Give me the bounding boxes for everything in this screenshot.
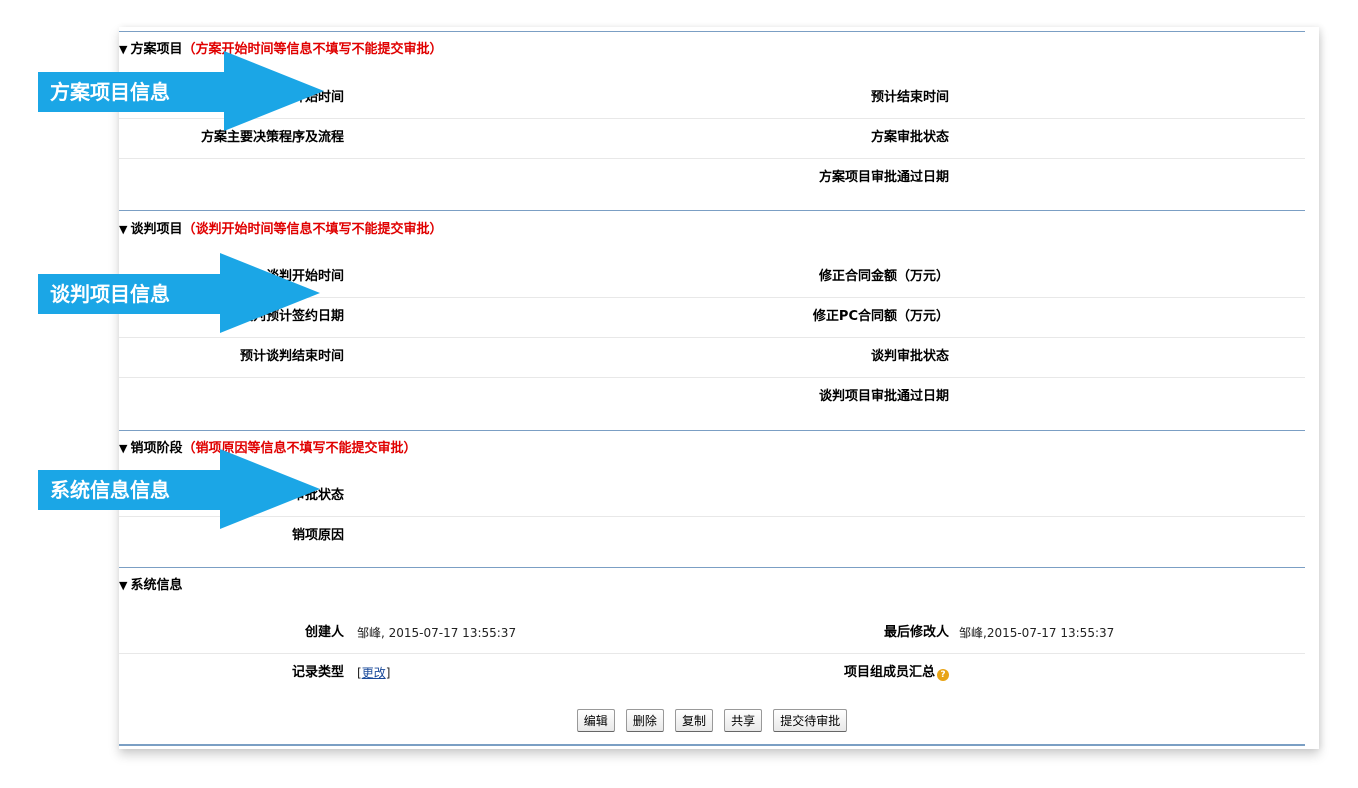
field-row: 预计谈判结束时间 谈判审批状态: [119, 337, 1305, 378]
section-title: 方案项目: [130, 42, 183, 57]
field-label-amended-pc-amount: 修正PC合同额（万元）: [812, 309, 949, 324]
delete-button[interactable]: 删除: [625, 709, 664, 732]
change-record-type-link[interactable]: 更改: [362, 666, 386, 680]
triangle-down-icon[interactable]: ▼: [119, 223, 127, 236]
creator-value: 邹峰, 2015-07-17 13:55:37: [357, 626, 517, 640]
button-bar: 编辑 删除 复制 共享 提交待审批: [119, 709, 1305, 732]
field-row: 方案项目审批通过日期: [119, 158, 1305, 198]
team-summary-label: 项目组成员汇总: [843, 665, 935, 680]
section-note: （谈判开始时间等信息不填写不能提交审批）: [182, 222, 443, 237]
triangle-down-icon[interactable]: ▼: [119, 579, 127, 592]
callout-label: 方案项目信息: [38, 72, 250, 112]
field-label-amended-amount: 修正合同金额（万元）: [818, 269, 949, 284]
section-title: 销项阶段: [130, 441, 183, 456]
field-label-plan-approval-date: 方案项目审批通过日期: [818, 170, 949, 185]
field-row: 创建人 邹峰, 2015-07-17 13:55:37 最后修改人 邹峰,201…: [119, 613, 1305, 654]
arrow-right-icon: [224, 51, 324, 131]
field-label-negotiation-expected-end: 预计谈判结束时间: [239, 349, 344, 364]
submit-for-approval-button[interactable]: 提交待审批: [773, 709, 848, 732]
triangle-down-icon[interactable]: ▼: [119, 43, 127, 56]
section-divider: [119, 430, 1305, 431]
section-divider: [119, 567, 1305, 568]
detail-panel: ▼ 方案项目（方案开始时间等信息不填写不能提交审批） 方案开始时间 预计结束时间 …: [119, 27, 1319, 749]
edit-button[interactable]: 编辑: [576, 709, 615, 732]
section-title: 系统信息: [130, 578, 183, 593]
help-icon[interactable]: ?: [937, 669, 949, 681]
section-header-system[interactable]: ▼ 系统信息: [119, 573, 182, 599]
section-title: 谈判项目: [130, 222, 183, 237]
field-label-plan-approval-status: 方案审批状态: [870, 130, 949, 145]
field-label-creator: 创建人: [304, 625, 344, 640]
field-label-negotiation-approval-date: 谈判项目审批通过日期: [818, 389, 949, 404]
field-label-negotiation-approval-status: 谈判审批状态: [870, 349, 949, 364]
field-row: 记录类型 [更改] 项目组成员汇总?: [119, 653, 1305, 693]
callout-label: 谈判项目信息: [38, 274, 230, 314]
callout-label: 系统信息信息: [38, 470, 230, 510]
arrow-right-icon: [220, 449, 320, 529]
field-label-plan-expected-end: 预计结束时间: [870, 90, 949, 105]
field-label-team-summary: 项目组成员汇总?: [844, 653, 949, 693]
section-divider: [119, 210, 1305, 211]
section-header-negotiation[interactable]: ▼ 谈判项目（谈判开始时间等信息不填写不能提交审批）: [119, 217, 443, 243]
field-row: 谈判项目审批通过日期: [119, 377, 1305, 417]
modifier-value: 邹峰,2015-07-17 13:55:37: [959, 626, 1115, 640]
arrow-right-icon: [220, 253, 320, 333]
triangle-down-icon[interactable]: ▼: [119, 442, 127, 455]
record-type-value: [更改]: [357, 666, 391, 680]
section-divider: [119, 744, 1305, 746]
field-label-record-type: 记录类型: [291, 665, 344, 680]
field-label-modifier: 最后修改人: [883, 625, 949, 640]
copy-button[interactable]: 复制: [674, 709, 713, 732]
section-divider: [119, 31, 1305, 32]
share-button[interactable]: 共享: [724, 709, 763, 732]
